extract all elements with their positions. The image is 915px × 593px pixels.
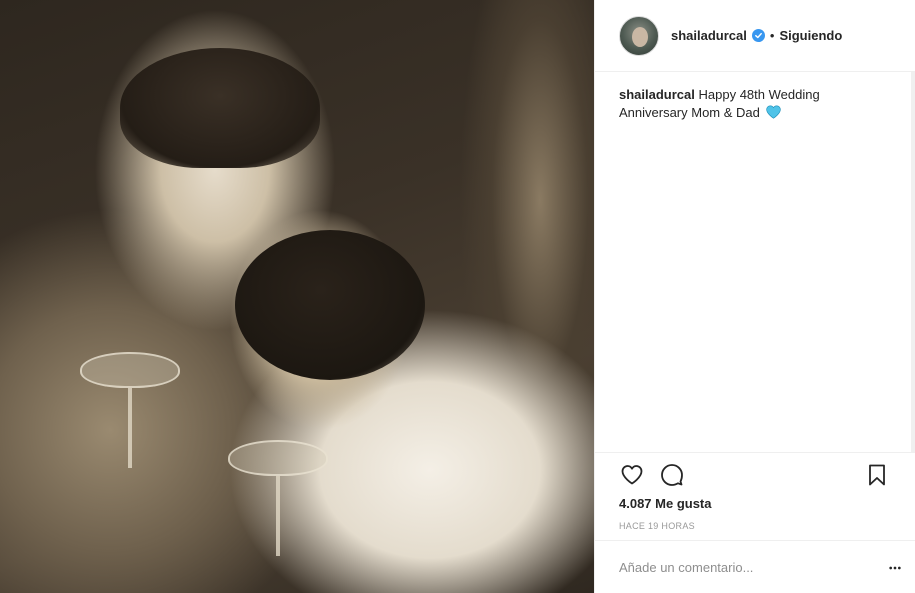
- blue-heart-icon: [765, 105, 781, 119]
- save-button[interactable]: [864, 462, 890, 488]
- photo-detail: [120, 48, 320, 168]
- more-options-icon[interactable]: [886, 559, 904, 577]
- photo-detail: [80, 352, 180, 388]
- comment-input[interactable]: [619, 559, 869, 575]
- post-header: shailadurcal • Siguiendo: [595, 0, 915, 72]
- photo-detail: [228, 440, 328, 476]
- post-photo[interactable]: [0, 0, 594, 593]
- like-button[interactable]: [619, 462, 645, 488]
- post-caption: shailadurcal Happy 48th Wedding Annivers…: [619, 86, 889, 122]
- separator-dot: •: [769, 28, 775, 43]
- likes-count[interactable]: 4.087 Me gusta: [619, 496, 712, 511]
- post-timestamp[interactable]: Hace 19 horas: [619, 521, 695, 531]
- bookmark-icon: [869, 464, 885, 486]
- heart-icon: [621, 464, 643, 484]
- following-button[interactable]: Siguiendo: [779, 28, 842, 43]
- comment-button[interactable]: [659, 462, 685, 488]
- header-username[interactable]: shailadurcal: [671, 28, 747, 43]
- verified-badge-icon: [751, 29, 765, 42]
- post-side-panel: shailadurcal • Siguiendo shailadurcal Ha…: [594, 0, 915, 593]
- comment-bar: [595, 540, 915, 593]
- photo-detail: [128, 388, 132, 468]
- photo-detail: [276, 476, 280, 556]
- comments-scrollbar[interactable]: [911, 72, 915, 452]
- photo-detail: [235, 230, 425, 380]
- profile-avatar[interactable]: [619, 15, 659, 56]
- comment-icon: [661, 463, 683, 486]
- post-actions: [595, 452, 915, 496]
- caption-username[interactable]: shailadurcal: [619, 87, 695, 102]
